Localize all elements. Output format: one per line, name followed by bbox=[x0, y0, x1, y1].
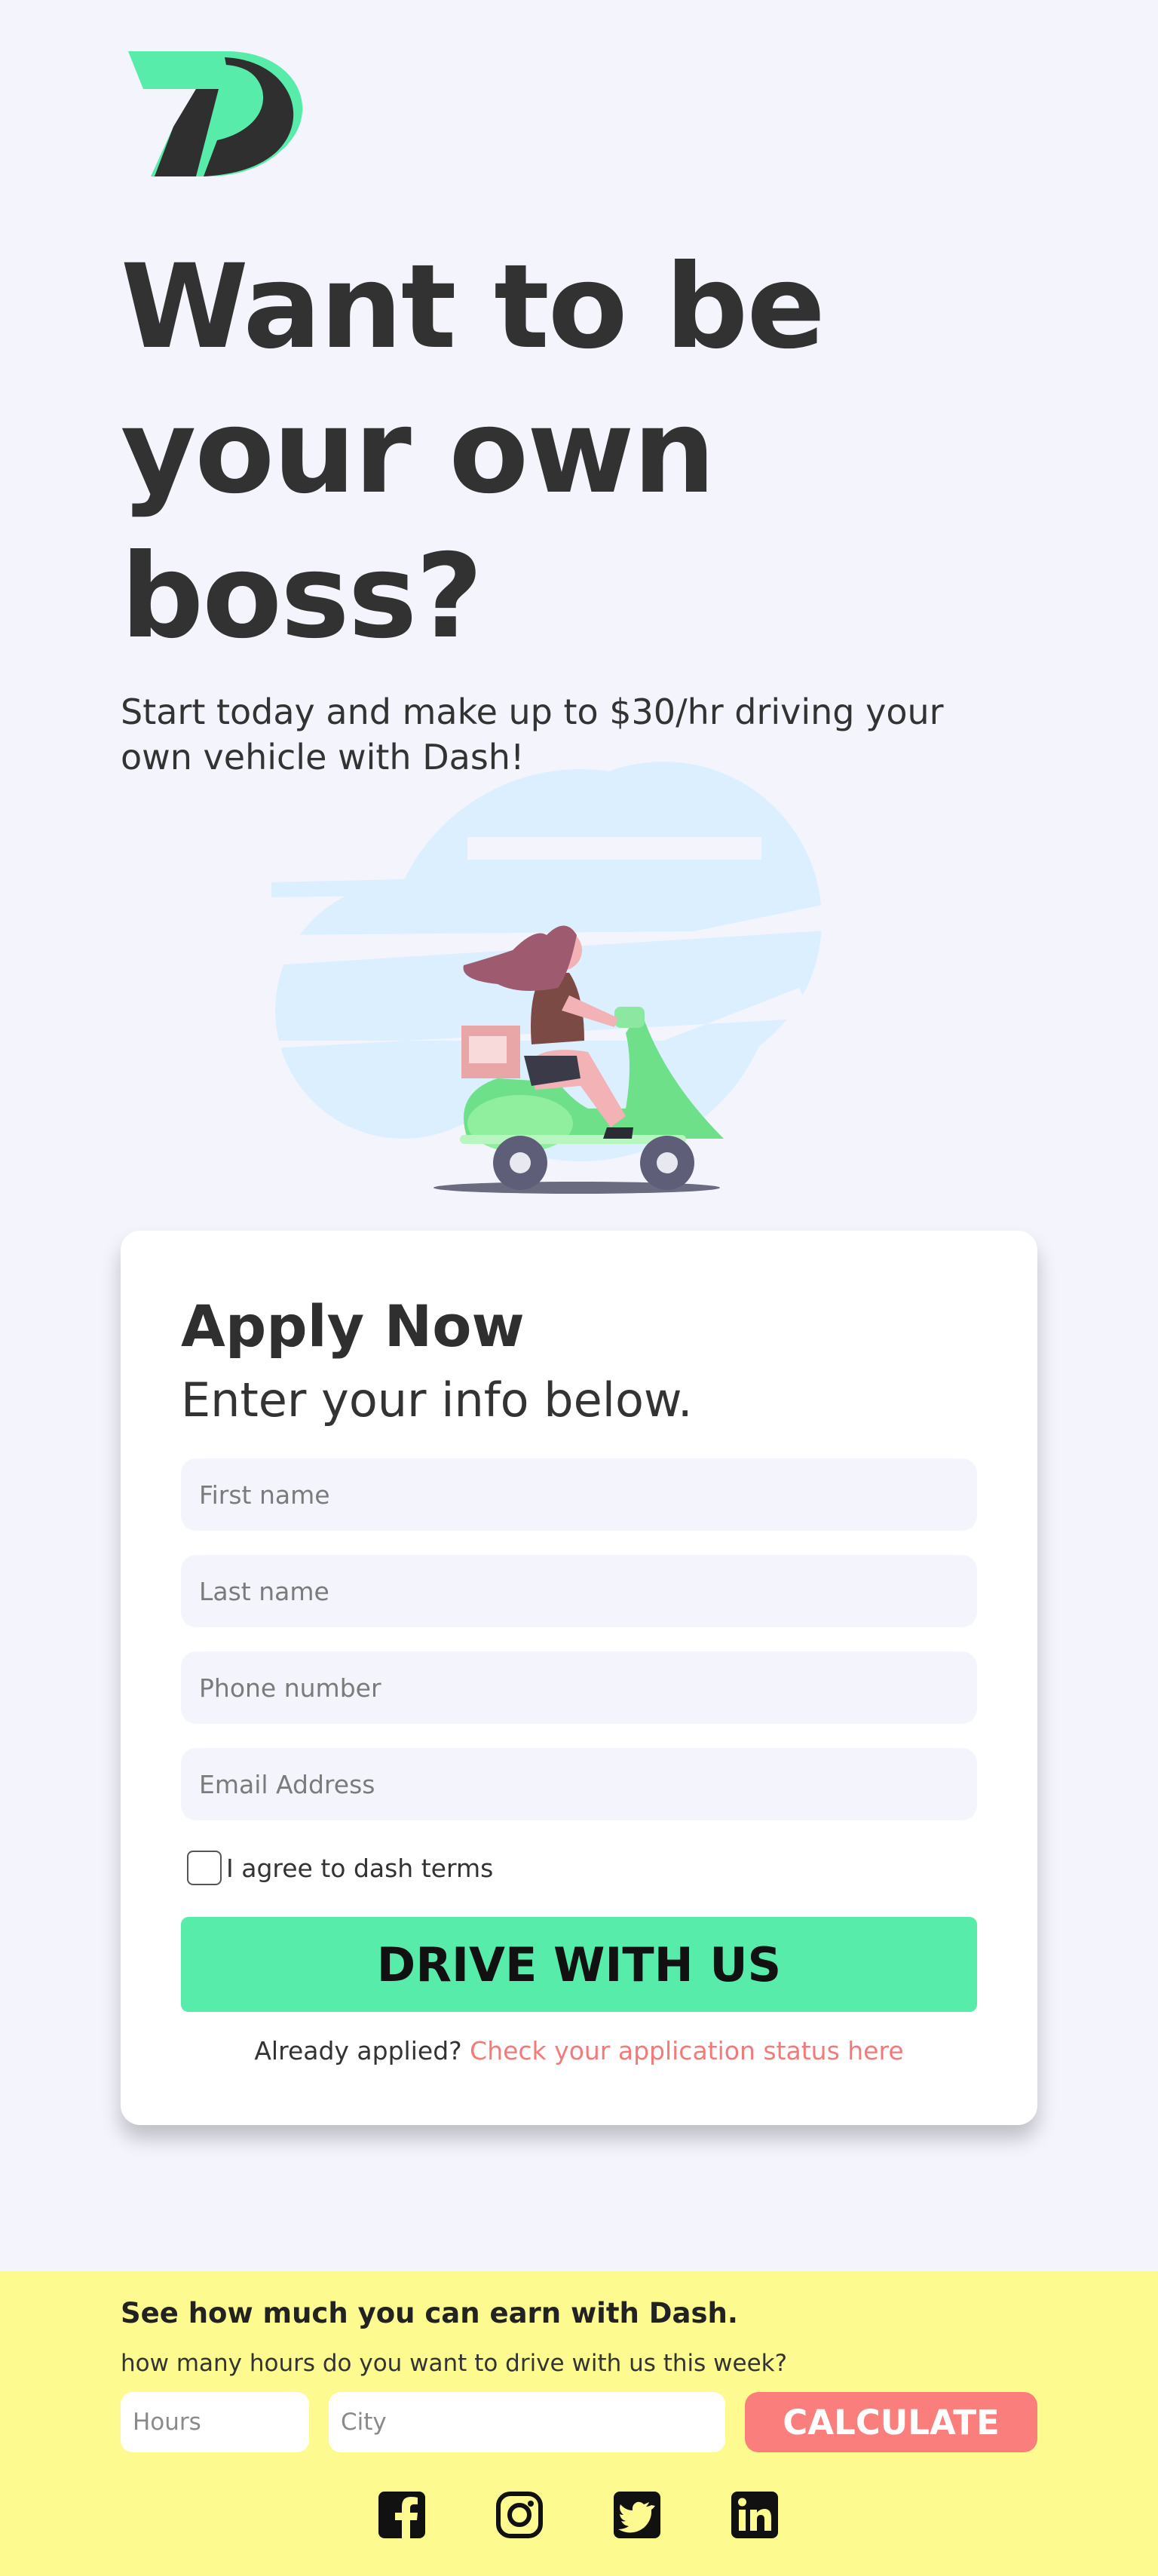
last-name-input[interactable] bbox=[181, 1555, 977, 1627]
application-status-link[interactable]: Check your application status here bbox=[470, 2036, 903, 2065]
terms-checkbox[interactable] bbox=[187, 1851, 222, 1885]
earn-question: how many hours do you want to drive with… bbox=[121, 2350, 788, 2377]
already-applied-label: Already applied? bbox=[254, 2036, 462, 2065]
phone-number-input[interactable] bbox=[181, 1651, 977, 1724]
facebook-icon[interactable] bbox=[377, 2490, 427, 2540]
email-address-input[interactable] bbox=[181, 1748, 977, 1820]
apply-card: Apply Now Enter your info below. I agree… bbox=[121, 1231, 1037, 2125]
earn-title: See how much you can earn with Dash. bbox=[121, 2297, 738, 2329]
hero-title-line: your own bbox=[121, 385, 715, 520]
first-name-input[interactable] bbox=[181, 1458, 977, 1531]
terms-label: I agree to dash terms bbox=[226, 1853, 494, 1883]
twitter-icon[interactable] bbox=[612, 2490, 662, 2540]
apply-title: Apply Now bbox=[181, 1293, 525, 1360]
calculate-button[interactable]: CALCULATE bbox=[745, 2392, 1037, 2452]
city-input[interactable] bbox=[329, 2392, 725, 2452]
hours-input[interactable] bbox=[121, 2392, 309, 2452]
drive-with-us-button[interactable]: DRIVE WITH US bbox=[181, 1917, 977, 2012]
hero-title-line: boss? bbox=[121, 529, 483, 664]
terms-agreement[interactable]: I agree to dash terms bbox=[187, 1849, 493, 1887]
hero-title: Want to be your own boss? bbox=[121, 235, 950, 670]
earnings-footer: See how much you can earn with Dash. how… bbox=[0, 2271, 1158, 2576]
already-applied-text: Already applied? Check your application … bbox=[121, 2036, 1037, 2065]
dash-logo bbox=[128, 51, 303, 176]
hero-title-line: Want to be bbox=[121, 240, 826, 375]
instagram-icon[interactable] bbox=[495, 2490, 544, 2540]
hero-subtitle-line: Start today and make up to $30/hr drivin… bbox=[121, 692, 944, 732]
linkedin-icon[interactable] bbox=[730, 2490, 780, 2540]
scooter-rider-illustration bbox=[271, 762, 875, 1194]
apply-subtitle: Enter your info below. bbox=[181, 1372, 693, 1428]
